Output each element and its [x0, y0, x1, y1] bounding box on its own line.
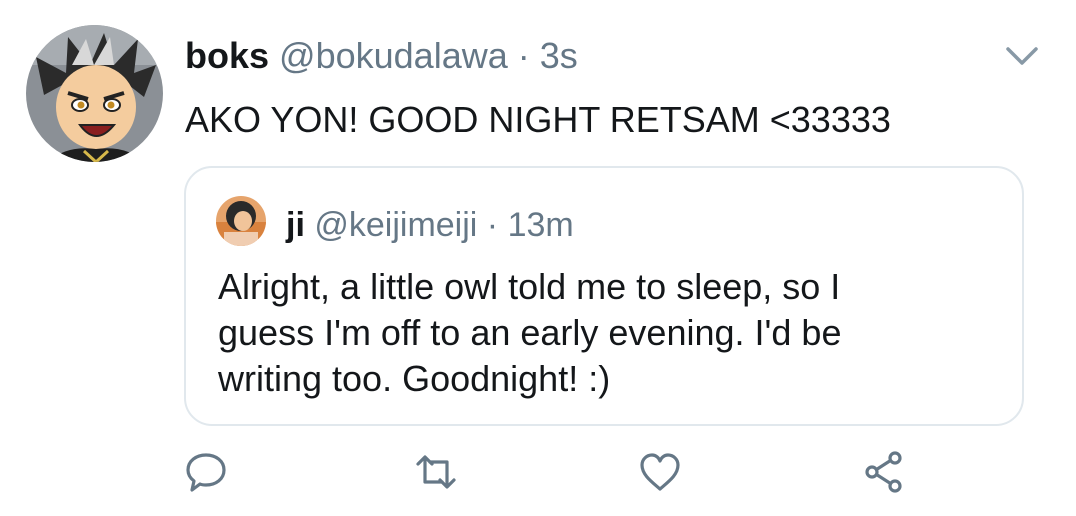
separator-dot: ·: [486, 206, 499, 244]
like-icon[interactable]: [638, 450, 682, 494]
quoted-text-line: Alright, a little owl told me to sleep, …: [218, 266, 841, 307]
quoted-avatar[interactable]: [216, 196, 266, 246]
quoted-user-handle[interactable]: @keijimeiji: [314, 206, 477, 244]
display-name[interactable]: boks: [185, 35, 269, 76]
quoted-tweet-text: Alright, a little owl told me to sleep, …: [218, 264, 1008, 402]
user-handle[interactable]: @bokudalawa: [279, 35, 508, 76]
quoted-text-line: writing too. Goodnight! :): [218, 358, 611, 399]
action-bar: [0, 450, 1076, 494]
share-icon[interactable]: [862, 450, 906, 494]
retweet-icon[interactable]: [414, 450, 458, 494]
reply-icon[interactable]: [184, 450, 228, 494]
quoted-display-name[interactable]: ji: [286, 206, 305, 244]
tweet-text: AKO YON! GOOD NIGHT RETSAM <33333: [185, 99, 891, 140]
chevron-down-icon[interactable]: [1004, 44, 1040, 68]
quoted-text-line: guess I'm off to an early evening. I'd b…: [218, 312, 842, 353]
quoted-tweet[interactable]: ji @keijimeiji · 13m Alright, a little o…: [184, 166, 1024, 426]
timestamp[interactable]: 3s: [540, 35, 578, 76]
separator-dot: ·: [517, 35, 530, 76]
quoted-header: ji @keijimeiji · 13m: [286, 206, 574, 244]
tweet-header: boks @bokudalawa · 3s: [185, 36, 578, 76]
quoted-timestamp[interactable]: 13m: [508, 206, 574, 244]
avatar[interactable]: [26, 25, 163, 162]
